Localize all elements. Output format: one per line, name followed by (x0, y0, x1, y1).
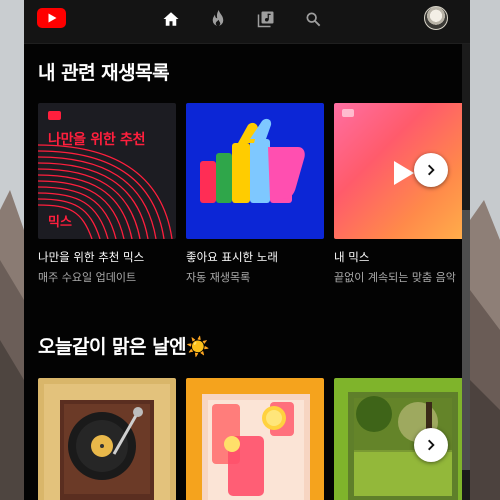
playlist-thumbnail (334, 378, 470, 500)
section-title-my-playlists: 내 관련 재생목록 (38, 62, 170, 84)
top-bar (24, 0, 470, 44)
desktop-background-left (0, 0, 24, 500)
chevron-right-icon (428, 164, 435, 176)
card-title[interactable]: 나만을 위한 추천 믹스 (38, 249, 188, 265)
playlist-thumbnail (186, 103, 324, 239)
card-subtitle: 매주 수요일 업데이트 (38, 271, 137, 284)
chevron-right-icon (428, 439, 435, 451)
home-icon[interactable] (160, 8, 182, 30)
mix-play-art (394, 161, 414, 185)
supermix-art-mix: 믹스 (48, 215, 72, 230)
park-art (348, 392, 458, 500)
record-player-art (44, 384, 170, 500)
search-icon[interactable] (302, 8, 324, 30)
account-avatar[interactable] (424, 6, 448, 30)
playlist-thumbnail (38, 378, 176, 500)
playlist-thumbnail (186, 378, 324, 500)
scrollbar-thumb[interactable] (462, 210, 470, 470)
card-title[interactable]: 내 믹스 (334, 249, 470, 265)
thumbs-up-art (200, 118, 305, 203)
playlist-thumbnail (334, 103, 470, 239)
desktop-background-right (470, 0, 500, 500)
supermix-art-title: 나만을 위한 추천 (48, 132, 146, 148)
lemonade-art (202, 394, 310, 500)
youtube-mini-icon (48, 111, 61, 120)
carousel-next-button[interactable] (414, 153, 448, 187)
card-subtitle: 끝없이 계속되는 맞춤 음악 (334, 271, 456, 284)
card-title[interactable]: 좋아요 표시한 노래 (186, 249, 336, 265)
youtube-logo-icon[interactable] (37, 8, 66, 28)
library-icon[interactable] (255, 8, 277, 30)
hot-icon[interactable] (207, 8, 229, 30)
playlist-thumbnail: 나만을 위한 추천 믹스 (38, 103, 176, 239)
app-window: 내 관련 재생목록 나만을 위한 추천 믹스 나만을 위한 추천 믹스 매주 수… (24, 0, 470, 500)
section-title-sunny-day: 오늘같이 맑은 날엔☀️ (38, 336, 210, 358)
card-subtitle: 자동 재생목록 (186, 271, 251, 284)
carousel-next-button[interactable] (414, 428, 448, 462)
